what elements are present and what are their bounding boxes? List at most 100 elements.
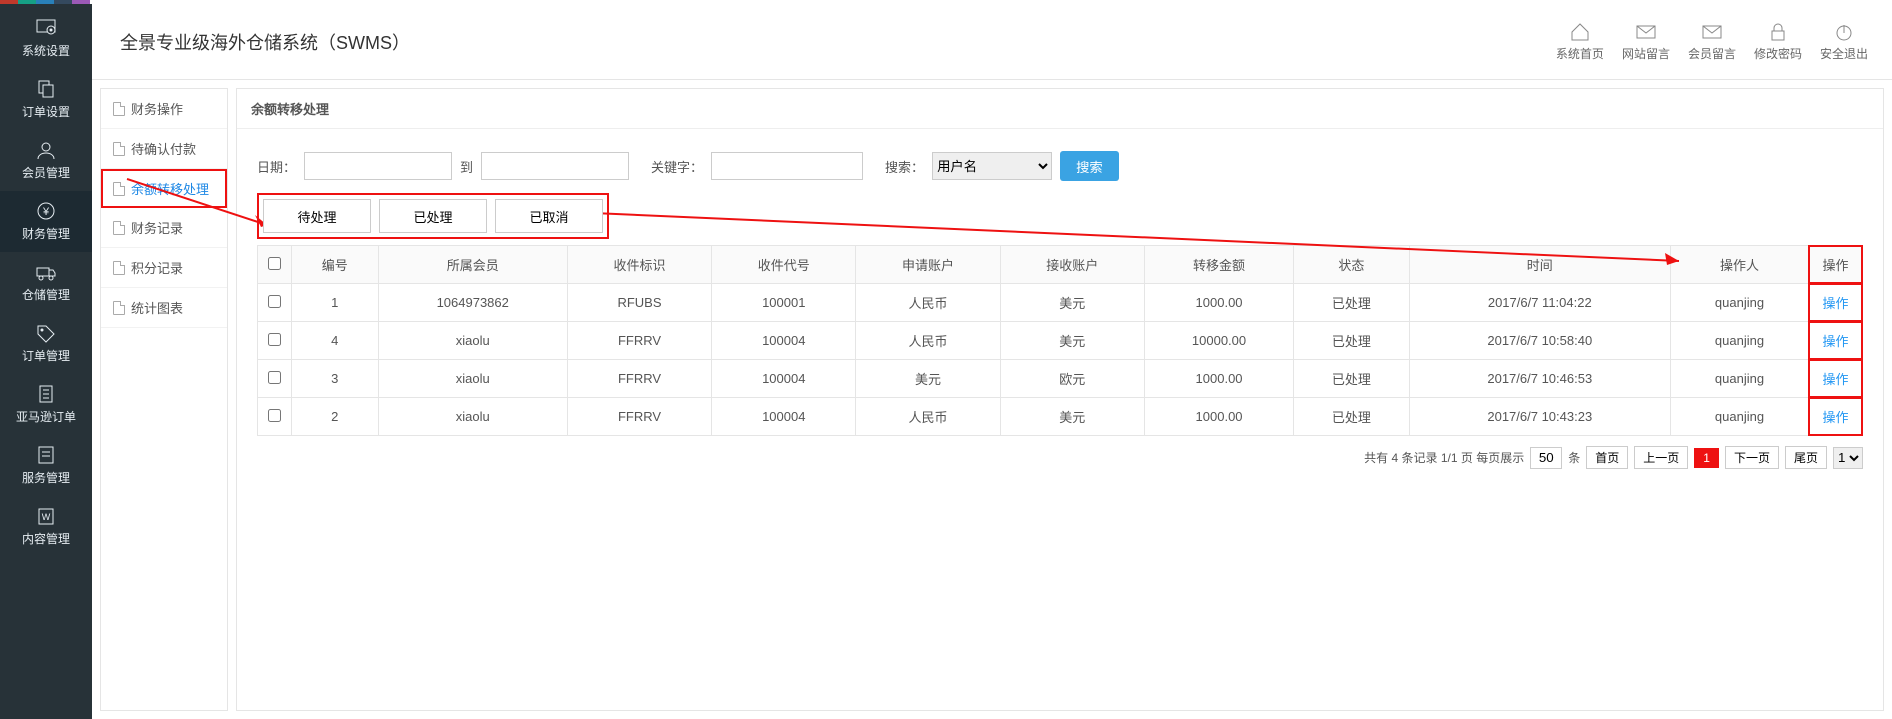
file-icon bbox=[113, 221, 125, 235]
searchby-select[interactable]: 用户名 bbox=[932, 152, 1052, 180]
sidebar-item-order-config[interactable]: 订单设置 bbox=[0, 69, 92, 130]
row-action-link[interactable]: 操作 bbox=[1822, 334, 1848, 349]
date-to-input[interactable] bbox=[481, 152, 629, 180]
col-time: 时间 bbox=[1409, 246, 1670, 284]
cell-op: 操作 bbox=[1809, 284, 1863, 322]
cell-operator: quanjing bbox=[1671, 284, 1809, 322]
file-icon bbox=[113, 102, 125, 116]
cell-applyacct: 人民币 bbox=[856, 398, 1000, 436]
col-status: 状态 bbox=[1294, 246, 1409, 284]
pager-summary: 共有 4 条记录 1/1 页 每页展示 bbox=[1364, 449, 1524, 466]
header-member-msg[interactable]: 会员留言 bbox=[1688, 21, 1736, 62]
cell-recvtag: FFRRV bbox=[567, 322, 711, 360]
col-recvtag: 收件标识 bbox=[567, 246, 711, 284]
cell-applyacct: 美元 bbox=[856, 360, 1000, 398]
cell-member: xiaolu bbox=[378, 322, 567, 360]
prev-page-button[interactable]: 上一页 bbox=[1634, 446, 1688, 469]
tab-processed[interactable]: 已处理 bbox=[379, 199, 487, 233]
word-doc-icon: W bbox=[35, 506, 57, 526]
subnav-finance-records[interactable]: 财务记录 bbox=[101, 208, 227, 248]
table-row: 3xiaoluFFRRV100004美元欧元1000.00已处理2017/6/7… bbox=[258, 360, 1863, 398]
status-tabs: 待处理 已处理 已取消 bbox=[257, 193, 609, 239]
row-action-link[interactable]: 操作 bbox=[1822, 410, 1848, 425]
sidebar-item-finance[interactable]: ¥ 财务管理 bbox=[0, 191, 92, 252]
subnav-finance-ops[interactable]: 财务操作 bbox=[101, 89, 227, 129]
date-from-input[interactable] bbox=[304, 152, 452, 180]
tab-cancelled[interactable]: 已取消 bbox=[495, 199, 603, 233]
sidebar-item-service[interactable]: 服务管理 bbox=[0, 435, 92, 496]
home-icon bbox=[1569, 21, 1591, 43]
sidebar-label: 亚马逊订单 bbox=[16, 410, 76, 424]
search-button[interactable]: 搜索 bbox=[1060, 151, 1119, 181]
col-operator: 操作人 bbox=[1671, 246, 1809, 284]
subnav-points-records[interactable]: 积分记录 bbox=[101, 248, 227, 288]
cell-operator: quanjing bbox=[1671, 398, 1809, 436]
cell-recvcode: 100004 bbox=[712, 398, 856, 436]
subnav-stats-chart[interactable]: 统计图表 bbox=[101, 288, 227, 328]
row-checkbox[interactable] bbox=[268, 371, 281, 384]
row-checkbox[interactable] bbox=[268, 295, 281, 308]
sidebar-item-member[interactable]: 会员管理 bbox=[0, 130, 92, 191]
row-action-link[interactable]: 操作 bbox=[1822, 296, 1848, 311]
sidebar-item-warehouse[interactable]: 仓储管理 bbox=[0, 252, 92, 313]
monitor-gear-icon bbox=[35, 18, 57, 38]
pagination: 共有 4 条记录 1/1 页 每页展示 条 首页 上一页 1 下一页 尾页 1 bbox=[237, 436, 1883, 479]
data-table: 编号 所属会员 收件标识 收件代号 申请账户 接收账户 转移金额 状态 时间 操… bbox=[257, 245, 1863, 436]
table-row: 11064973862RFUBS100001人民币美元1000.00已处理201… bbox=[258, 284, 1863, 322]
sidebar-label: 服务管理 bbox=[22, 471, 70, 485]
cell-member: xiaolu bbox=[378, 398, 567, 436]
cell-applyacct: 人民币 bbox=[856, 322, 1000, 360]
header-site-msg[interactable]: 网站留言 bbox=[1622, 21, 1670, 62]
sheet-icon bbox=[35, 445, 57, 465]
sidebar-item-orders[interactable]: 订单管理 bbox=[0, 313, 92, 374]
sidebar-item-system[interactable]: 系统设置 bbox=[0, 8, 92, 69]
row-action-link[interactable]: 操作 bbox=[1822, 372, 1848, 387]
col-member: 所属会员 bbox=[378, 246, 567, 284]
current-page-button[interactable]: 1 bbox=[1694, 448, 1719, 468]
sidebar-item-content[interactable]: W 内容管理 bbox=[0, 496, 92, 557]
cell-op: 操作 bbox=[1809, 398, 1863, 436]
cell-amount: 1000.00 bbox=[1144, 284, 1293, 322]
tag-icon bbox=[35, 323, 57, 343]
keyword-input[interactable] bbox=[711, 152, 863, 180]
subnav-balance-transfer[interactable]: 余额转移处理 bbox=[101, 169, 227, 208]
next-page-button[interactable]: 下一页 bbox=[1725, 446, 1779, 469]
per-page-input[interactable] bbox=[1530, 447, 1562, 469]
select-all-checkbox[interactable] bbox=[268, 257, 281, 270]
last-page-button[interactable]: 尾页 bbox=[1785, 446, 1827, 469]
sidebar-label: 系统设置 bbox=[22, 44, 70, 58]
first-page-button[interactable]: 首页 bbox=[1586, 446, 1628, 469]
header-actions: 系统首页 网站留言 会员留言 修改密码 安全退出 bbox=[1556, 21, 1868, 62]
goto-page-select[interactable]: 1 bbox=[1833, 447, 1863, 469]
cell-amount: 10000.00 bbox=[1144, 322, 1293, 360]
cell-recvacct: 美元 bbox=[1000, 398, 1144, 436]
to-label: 到 bbox=[460, 157, 473, 176]
row-checkbox[interactable] bbox=[268, 333, 281, 346]
tab-pending[interactable]: 待处理 bbox=[263, 199, 371, 233]
cell-op: 操作 bbox=[1809, 360, 1863, 398]
col-no: 编号 bbox=[292, 246, 379, 284]
cell-no: 4 bbox=[292, 322, 379, 360]
header-logout[interactable]: 安全退出 bbox=[1820, 21, 1868, 62]
cell-time: 2017/6/7 10:46:53 bbox=[1409, 360, 1670, 398]
sidebar-label: 会员管理 bbox=[22, 166, 70, 180]
subnav: 财务操作 待确认付款 余额转移处理 财务记录 积分记录 统计图表 bbox=[100, 88, 228, 711]
yen-circle-icon: ¥ bbox=[35, 201, 57, 221]
person-icon bbox=[35, 140, 57, 160]
envelope-icon bbox=[1701, 21, 1723, 43]
file-icon bbox=[113, 182, 125, 196]
header-change-pwd[interactable]: 修改密码 bbox=[1754, 21, 1802, 62]
cell-recvcode: 100001 bbox=[712, 284, 856, 322]
row-checkbox[interactable] bbox=[268, 409, 281, 422]
date-label: 日期： bbox=[257, 157, 296, 176]
cell-amount: 1000.00 bbox=[1144, 360, 1293, 398]
cell-status: 已处理 bbox=[1294, 322, 1409, 360]
cell-member: xiaolu bbox=[378, 360, 567, 398]
cell-recvtag: FFRRV bbox=[567, 360, 711, 398]
subnav-pending-pay[interactable]: 待确认付款 bbox=[101, 129, 227, 169]
header-home[interactable]: 系统首页 bbox=[1556, 21, 1604, 62]
sidebar-item-amazon[interactable]: 亚马逊订单 bbox=[0, 374, 92, 435]
filter-bar: 日期： 到 关键字： 搜索： 用户名 搜索 bbox=[237, 129, 1883, 191]
sidebar-label: 仓储管理 bbox=[22, 288, 70, 302]
file-icon bbox=[113, 301, 125, 315]
